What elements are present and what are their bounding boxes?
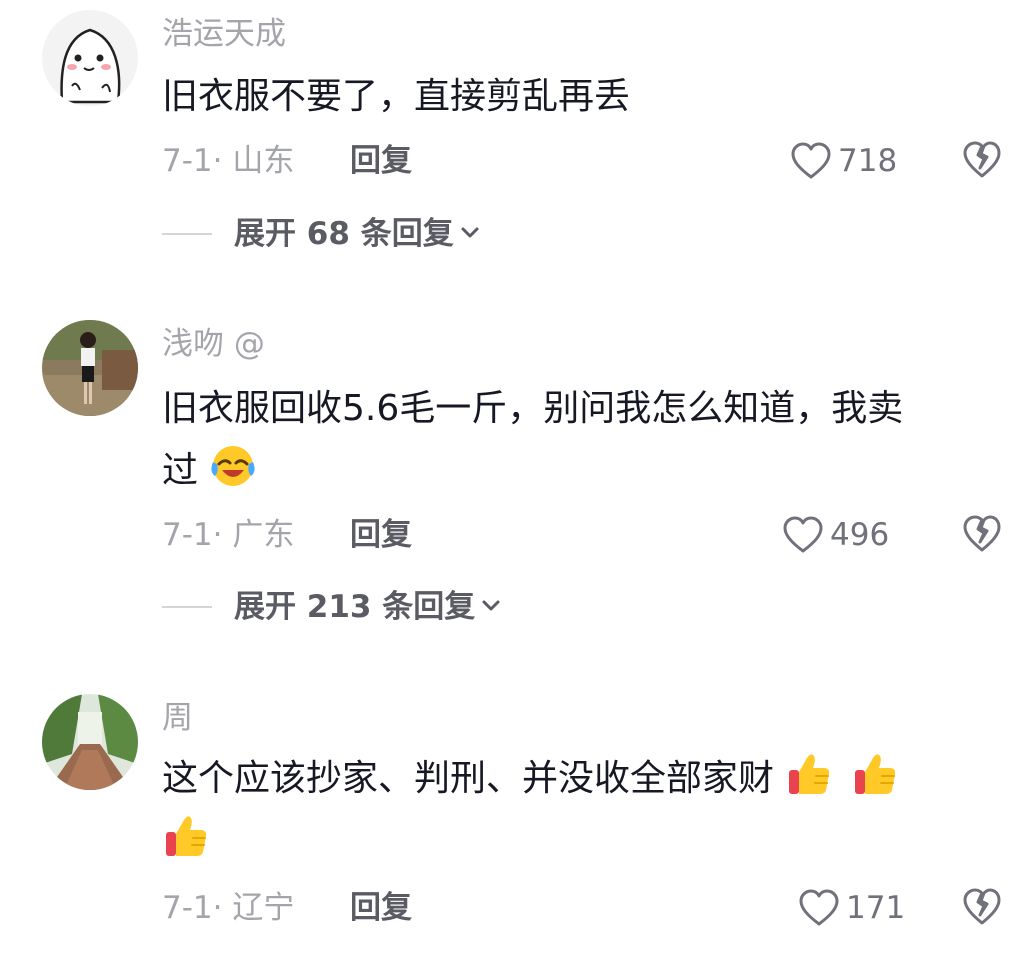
comment-text-line: 这个应该抄家、判刑、并没收全部家财 (162, 748, 972, 810)
expand-replies[interactable]: 展开 213 条回复 (162, 587, 501, 627)
reply-button[interactable]: 回复 (350, 141, 412, 181)
comment-text-segment: 过 (162, 450, 199, 491)
like-button[interactable]: 496 (782, 515, 889, 555)
comment-text-line: 旧衣服不要了，直接剪乱再丢 (162, 76, 631, 117)
chevron-down-icon (481, 598, 501, 617)
comment-date: 7-1· (162, 143, 223, 179)
username[interactable]: 浅吻 @ (162, 324, 265, 364)
divider-line (162, 233, 212, 235)
broken-heart-icon (962, 888, 1002, 926)
avatar[interactable] (42, 10, 138, 106)
comment-text: 旧衣服回收5.6毛一斤，别问我怎么知道，我卖 过 (162, 378, 972, 502)
avatar[interactable] (42, 694, 138, 790)
comment-text: 旧衣服不要了，直接剪乱再丢 (162, 66, 972, 128)
heart-outline-icon (798, 889, 840, 927)
comment-text-line: 过 (162, 440, 972, 502)
comment-text-line (162, 810, 972, 872)
dislike-button[interactable] (962, 141, 1002, 181)
like-count: 171 (846, 890, 906, 926)
like-button[interactable]: 171 (798, 888, 905, 928)
divider-line (162, 606, 212, 608)
broken-heart-icon (962, 515, 1002, 553)
comment-text: 这个应该抄家、判刑、并没收全部家财 (162, 748, 972, 872)
reply-button[interactable]: 回复 (350, 515, 412, 555)
expand-replies[interactable]: 展开 68 条回复 (162, 214, 480, 254)
comment-meta: 7-1· 辽宁 (162, 888, 294, 928)
heart-outline-icon (790, 142, 832, 180)
comment-meta: 7-1· 山东 (162, 141, 294, 181)
reply-button[interactable]: 回复 (350, 888, 412, 928)
username[interactable]: 周 (162, 698, 193, 738)
thumbs-up-emoji (162, 812, 210, 860)
username[interactable]: 浩运天成 (162, 14, 286, 54)
like-count: 718 (838, 143, 898, 179)
like-button[interactable]: 718 (790, 141, 897, 181)
thumbs-up-emoji (851, 750, 899, 798)
expand-replies-label: 展开 68 条回复 (234, 216, 454, 252)
comment-date: 7-1· (162, 890, 223, 926)
dislike-button[interactable] (962, 888, 1002, 928)
chevron-down-icon (460, 225, 480, 244)
avatar[interactable] (42, 320, 138, 416)
comment-location: 辽宁 (232, 890, 295, 926)
laughing-crying-emoji (209, 442, 257, 490)
comment-meta: 7-1· 广东 (162, 515, 294, 555)
heart-outline-icon (782, 516, 824, 554)
thumbs-up-emoji (785, 750, 833, 798)
comment-location: 广东 (232, 517, 295, 553)
dislike-button[interactable] (962, 515, 1002, 555)
comment-date: 7-1· (162, 517, 223, 553)
expand-replies-label: 展开 213 条回复 (234, 589, 476, 625)
comment-location: 山东 (232, 143, 295, 179)
like-count: 496 (830, 517, 890, 553)
comment-text-line: 旧衣服回收5.6毛一斤，别问我怎么知道，我卖 (162, 388, 904, 429)
comment-text-segment: 这个应该抄家、判刑、并没收全部家财 (162, 758, 775, 799)
broken-heart-icon (962, 141, 1002, 179)
